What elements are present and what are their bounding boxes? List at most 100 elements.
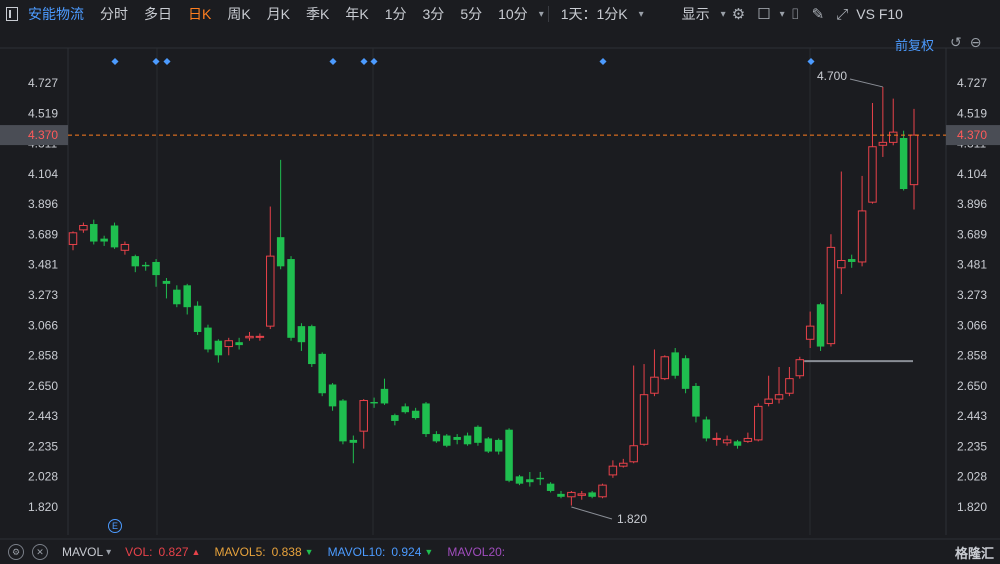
candle-body <box>224 340 233 348</box>
event-marker-diamond <box>599 57 607 66</box>
candle-body <box>494 439 503 452</box>
candle <box>193 301 202 335</box>
period-tab-yearly[interactable]: 年K <box>337 4 376 24</box>
period-tab-3min[interactable]: 3分 <box>415 4 453 24</box>
range-selector[interactable]: 1天：1分K <box>553 4 636 24</box>
candle-body <box>276 237 285 267</box>
kline-chart[interactable]: 4.7274.7274.5194.5194.3114.3114.1044.104… <box>0 0 1000 564</box>
candle-body <box>401 406 409 413</box>
candle <box>224 337 233 356</box>
candle-body <box>660 356 670 380</box>
candle-body <box>453 436 461 440</box>
period-tab-1min[interactable]: 1分 <box>377 4 415 24</box>
pencil-icon[interactable]: ✎ <box>806 5 831 23</box>
candle <box>795 356 805 379</box>
candle <box>100 235 108 246</box>
watermark-logo: 格隆汇 <box>954 546 994 561</box>
period-tab-weekly[interactable]: 周K <box>219 4 258 24</box>
candle <box>608 460 618 478</box>
y-tick-label-right: 3.481 <box>957 258 987 272</box>
candle <box>245 331 254 341</box>
indicator-name[interactable]: MAVOL <box>62 545 103 559</box>
y-tick-label-left: 3.066 <box>28 318 58 332</box>
period-tab-monthly[interactable]: 月K <box>259 4 298 24</box>
period-tab-fenshi[interactable]: 分时 <box>92 4 136 24</box>
candle <box>557 490 565 499</box>
adjust-mode-button[interactable]: 前复权 <box>895 35 934 54</box>
candle <box>328 383 337 411</box>
candle <box>204 324 212 353</box>
candle <box>79 222 88 233</box>
candle-body <box>588 492 596 497</box>
period-tab-5min[interactable]: 5分 <box>452 4 490 24</box>
undo-icon[interactable]: ↺ <box>950 34 962 51</box>
y-tick-label-left: 4.727 <box>28 76 58 90</box>
candle-body <box>100 238 108 242</box>
candle <box>297 323 306 351</box>
candle <box>391 413 399 426</box>
period-tab-quarterly[interactable]: 季K <box>298 4 337 24</box>
candle-body <box>152 261 160 276</box>
mavol20-label: MAVOL20: <box>447 545 506 559</box>
candle <box>671 348 679 379</box>
display-menu[interactable]: 显示 <box>674 4 718 24</box>
mavol5-value: 0.838 <box>271 545 302 559</box>
candle <box>743 432 753 443</box>
candle <box>899 130 908 191</box>
indicator-bar: ⚙ ✕ MAVOL ▾ VOL: 0.827 ▲ MAVOL5: 0.838 ▼… <box>0 540 1000 564</box>
candle-body <box>110 225 119 248</box>
candle <box>909 108 919 210</box>
vs-f10-button[interactable]: VS F10 <box>854 6 911 22</box>
current-price-label-left: 4.370 <box>28 128 58 142</box>
gear-icon[interactable]: ⚙ <box>726 5 751 23</box>
gear-icon[interactable]: ⚙ <box>8 544 24 560</box>
candle <box>411 407 420 420</box>
candle-body <box>141 264 150 267</box>
y-tick-label-left: 3.481 <box>28 258 58 272</box>
camera-icon[interactable]: ⌷ <box>785 6 806 23</box>
period-tab-daily[interactable]: 日K <box>180 4 219 24</box>
y-tick-label-left: 3.273 <box>28 288 58 302</box>
candle-body <box>515 476 524 484</box>
candle <box>255 333 265 341</box>
checkbox-icon[interactable]: ☐ <box>751 5 776 23</box>
chevron-down-icon[interactable]: ▾ <box>539 9 544 20</box>
candle-body <box>671 352 679 376</box>
period-tab-10min[interactable]: 10分 <box>490 4 536 24</box>
toolbar: 安能物流 分时 多日 日K 周K 月K 季K 年K 1分 3分 5分 10分 ▾… <box>0 0 1000 28</box>
arrow-down-icon: ▼ <box>304 547 314 557</box>
fullscreen-icon[interactable]: ⤢ <box>830 6 854 23</box>
arrow-up-icon: ▲ <box>191 547 201 557</box>
y-tick-label-right: 3.689 <box>957 227 987 241</box>
candle-body <box>837 260 846 269</box>
candle <box>660 355 670 381</box>
candle-body <box>619 462 628 467</box>
chevron-down-icon[interactable]: ▾ <box>639 9 644 20</box>
candle-body <box>162 280 171 284</box>
close-icon[interactable]: ✕ <box>32 544 48 560</box>
candle <box>380 378 389 405</box>
y-tick-label-right: 4.104 <box>957 167 987 181</box>
candle-body <box>463 435 472 445</box>
price-annotations: 4.700 1.820 <box>571 69 883 526</box>
candle-body <box>754 405 763 441</box>
candle-body <box>774 394 784 400</box>
candle <box>494 438 503 455</box>
candle <box>588 490 596 499</box>
candle-body <box>266 255 275 327</box>
arrow-down-icon: ▼ <box>424 547 434 557</box>
stock-list-icon[interactable] <box>6 7 18 21</box>
y-tick-label-left: 2.235 <box>28 439 58 453</box>
candle <box>681 355 690 394</box>
stock-name[interactable]: 安能物流 <box>24 4 92 24</box>
candle-body <box>909 134 919 186</box>
chevron-down-icon[interactable]: ▾ <box>106 547 111 558</box>
candle <box>484 436 493 454</box>
collapse-icon[interactable]: ⊖ <box>970 34 982 51</box>
candle-body <box>380 388 389 404</box>
period-tab-duori[interactable]: 多日 <box>136 4 180 24</box>
y-tick-label-right: 3.273 <box>957 288 987 302</box>
y-tick-label-left: 4.519 <box>28 106 58 120</box>
event-e-icon[interactable]: E <box>108 519 122 533</box>
y-tick-label-right: 3.066 <box>957 318 987 332</box>
